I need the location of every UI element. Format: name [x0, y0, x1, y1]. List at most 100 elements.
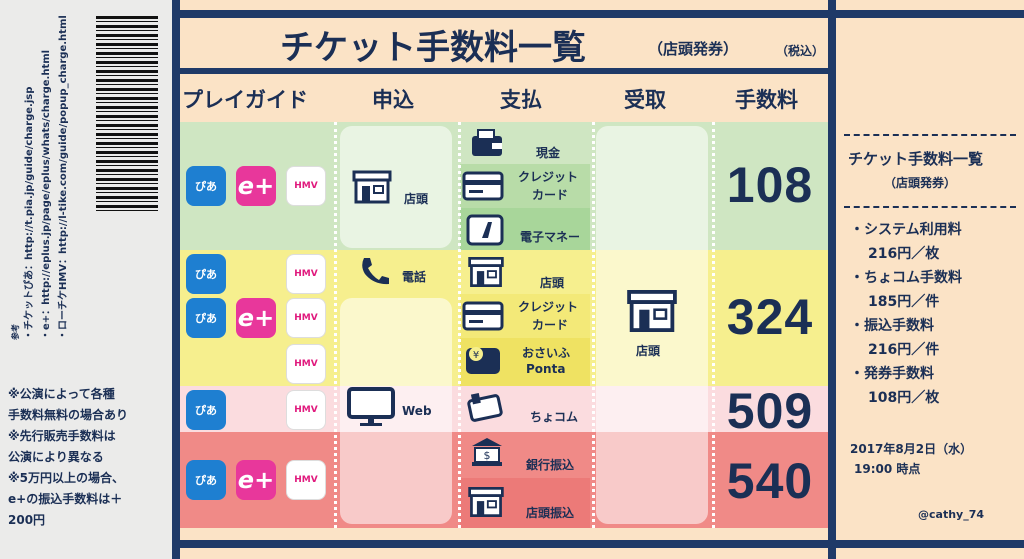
summary-title: チケット手数料一覧 [848, 150, 984, 168]
bank-icon: $ [472, 438, 502, 466]
as-of-date: 2017年8月2日（水） [850, 442, 973, 456]
payment-cash: 現金 [536, 146, 561, 160]
note-text: 公演により異なる [8, 450, 104, 464]
header-receive: 受取 [624, 88, 666, 112]
wallet-icon [472, 129, 502, 156]
fee-item-value: 185円／件 [868, 294, 940, 310]
top-stripe [836, 10, 1024, 18]
logo-label: HMV [294, 474, 318, 485]
fee-item-value: 216円／枚 [868, 246, 940, 262]
credit-card-icon [462, 301, 504, 331]
fee-breakdown: ・システム利用料 216円／枚 ・ちょコム手数料 185円／件 ・振込手数料 2… [850, 218, 962, 410]
logo-eplus: e+ [236, 166, 276, 206]
payment-emoney: 電子マネー [520, 230, 581, 244]
logo-lawson-hmv: HMV [286, 344, 326, 384]
fee-item-label: ・ちょコム手数料 [850, 270, 962, 286]
fee-item-label: ・発券手数料 [850, 366, 934, 382]
payment-credit-line2: カード [532, 188, 569, 202]
reference-url-eplus: ・e+：http://eplus.jp/page/eplus/whats/cha… [41, 49, 52, 340]
payment-store: 店頭 [540, 276, 565, 290]
bottom-stripe [836, 540, 1024, 548]
fee-table: チケット手数料一覧 （店頭発券） （税込） プレイガイド 申込 支払 受取 手数… [180, 0, 828, 559]
reference-title: 参考 [11, 324, 20, 340]
bottom-stripe [180, 540, 828, 548]
fee-108: 108 [726, 157, 814, 213]
logo-label: HMV [294, 268, 318, 279]
payment-osaifu-line2: Ponta [526, 362, 566, 376]
note-text: 手数料無料の場合あり [8, 408, 129, 422]
logo-ticket-pia: ぴあ [186, 254, 226, 294]
reference-url-pia: ・チケットぴあ：http://t.pia.jp/guide/charge.jsp [24, 86, 35, 340]
apply-store-label: 店頭 [404, 192, 429, 206]
page-subtitle: （店頭発券） [648, 40, 739, 58]
osaifu-phone-icon: ¥ [466, 347, 500, 374]
receive-store-label: 店頭 [636, 344, 661, 358]
note-text: e+の振込手数料は＋ [8, 492, 123, 506]
column-divider [458, 122, 461, 528]
reference-urls: 参考 ・チケットぴあ：http://t.pia.jp/guide/charge.… [10, 10, 80, 340]
logo-lawson-hmv: HMV [286, 166, 326, 206]
logo-ticket-pia: ぴあ [186, 390, 226, 430]
column-divider [592, 122, 595, 528]
fee-item-label: ・システム利用料 [850, 222, 962, 238]
payment-credit-line2: カード [532, 318, 569, 332]
payment-osaifu-line1: おさいふ [522, 346, 571, 360]
store-icon [627, 290, 677, 332]
fee-324: 324 [726, 289, 814, 345]
logo-lawson-hmv: HMV [286, 254, 326, 294]
summary-subtitle: （店頭発券） [884, 176, 957, 190]
header-guide: プレイガイド [182, 88, 308, 112]
reference-url-hmv: ・ローチケHMV：http://l-tike.com/guide/popup_c… [58, 15, 69, 340]
payment-store-transfer: 店頭振込 [526, 506, 575, 520]
logo-lawson-hmv: HMV [286, 390, 326, 430]
logo-label: HMV [294, 404, 318, 415]
logo-eplus: e+ [236, 460, 276, 500]
logo-label: HMV [294, 312, 318, 323]
author-handle: @cathy_74 [918, 508, 985, 521]
note-text: ※5万円以上の場合、 [8, 471, 125, 485]
logo-ticket-pia: ぴあ [186, 298, 226, 338]
logo-label: HMV [294, 180, 318, 191]
chocom-card-icon [467, 392, 503, 422]
logo-ticket-pia: ぴあ [186, 166, 226, 206]
ticket-stub-left: 参考 ・チケットぴあ：http://t.pia.jp/guide/charge.… [0, 0, 172, 559]
logo-lawson-hmv: HMV [286, 298, 326, 338]
top-stripe [180, 10, 828, 18]
note-text: 200円 [8, 513, 46, 527]
logo-label: HMV [294, 358, 318, 369]
dashed-divider [844, 206, 1016, 208]
logo-label: e+ [237, 172, 275, 200]
logo-label: ぴあ [195, 403, 217, 417]
logo-label: ぴあ [195, 473, 217, 487]
store-icon [352, 170, 392, 204]
fee-540: 540 [726, 453, 814, 509]
logo-label: ぴあ [195, 179, 217, 193]
svg-text:$: $ [484, 449, 491, 462]
dashed-divider [844, 134, 1016, 136]
store-icon [468, 257, 504, 287]
logo-ticket-pia: ぴあ [186, 460, 226, 500]
apply-phone-label: 電話 [402, 270, 427, 284]
logo-label: e+ [237, 304, 275, 332]
column-divider [334, 122, 337, 528]
header-pay: 支払 [500, 88, 542, 112]
ticket-stub-right: チケット手数料一覧 （店頭発券） ・システム利用料 216円／枚 ・ちょコム手数… [836, 0, 1024, 559]
barcode [96, 16, 158, 212]
logo-eplus: e+ [236, 298, 276, 338]
note-text: ※公演によって各種 [8, 387, 115, 401]
logo-label: e+ [237, 466, 275, 494]
fee-item-value: 108円／枚 [868, 390, 940, 406]
header-apply: 申込 [372, 88, 414, 112]
monitor-icon [347, 387, 395, 426]
footnotes: ※公演によって各種 手数料無料の場合あり ※先行販売手数料は 公演により異なる … [8, 384, 170, 531]
logo-lawson-hmv: HMV [286, 460, 326, 500]
logo-label: ぴあ [195, 311, 217, 325]
as-of-time: 19:00 時点 [854, 462, 921, 476]
fee-509: 509 [726, 383, 814, 439]
page-title: チケット手数料一覧 [280, 28, 586, 68]
payment-credit-line1: クレジット [518, 170, 579, 184]
phone-icon [362, 258, 389, 285]
svg-text:¥: ¥ [473, 350, 479, 361]
payment-credit-line1: クレジット [518, 300, 579, 314]
fee-item-value: 216円／件 [868, 342, 940, 358]
